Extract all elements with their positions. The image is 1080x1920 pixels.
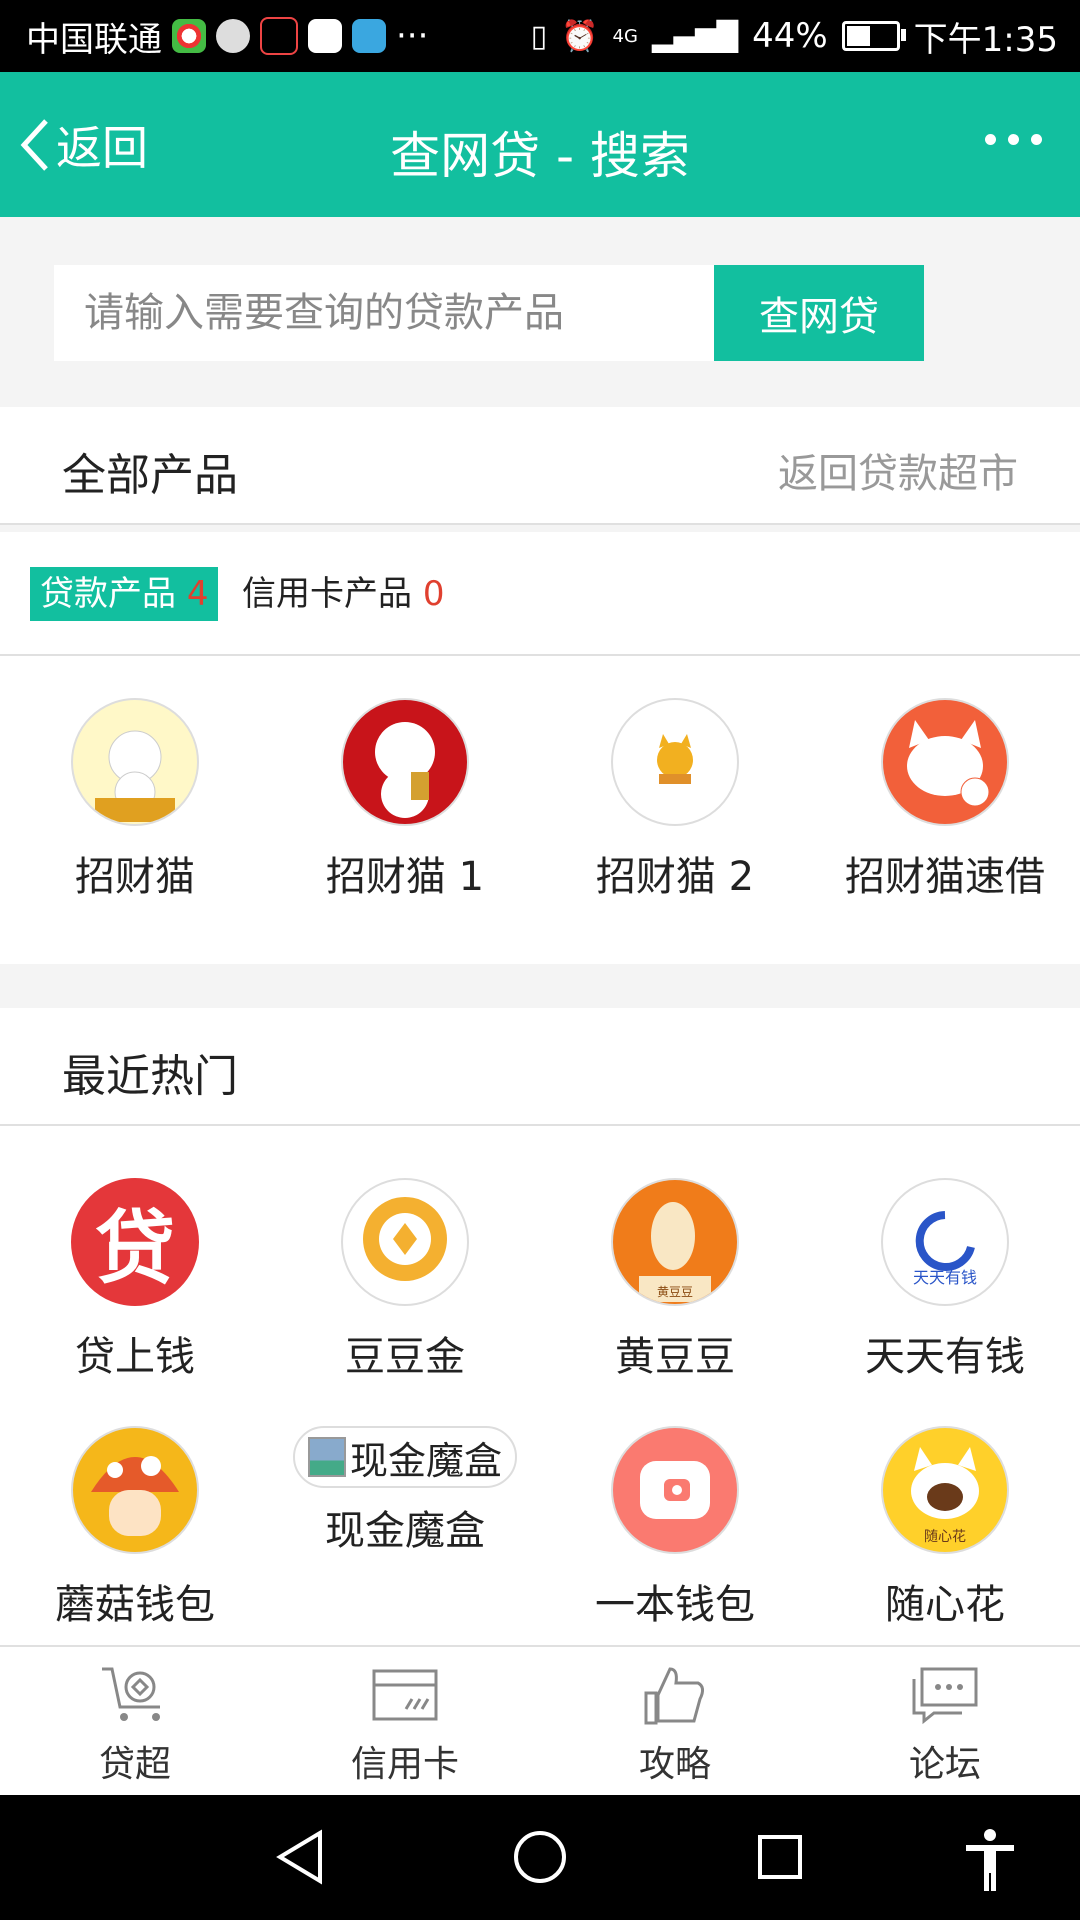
nav-label: 论坛 — [908, 1744, 981, 1785]
back-to-market-link[interactable]: 返回贷款超市 — [778, 441, 1018, 499]
section-title: 全部产品 — [62, 450, 238, 501]
tab-label: 贷款产品 — [40, 574, 176, 614]
alarm-icon: ⏰ — [561, 18, 599, 54]
gold-coin-icon — [341, 1178, 469, 1306]
hot-item[interactable]: 随心花 随心花 — [810, 1426, 1080, 1630]
nav-item-forum[interactable]: 论坛 — [810, 1665, 1080, 1787]
section-title: 最近热门 — [62, 1051, 238, 1102]
wallet-icon — [611, 1426, 739, 1554]
thumbs-up-icon — [644, 1667, 705, 1725]
product-tabs: 贷款产品 4 信用卡产品 0 — [0, 532, 1080, 656]
tab-loan-products[interactable]: 贷款产品 4 — [30, 567, 219, 621]
home-circle-icon[interactable] — [510, 1827, 570, 1887]
hot-item[interactable]: 蘑菇钱包 — [0, 1426, 270, 1630]
app-header: 返回 查网贷 - 搜索 — [0, 72, 1080, 217]
carrier-label: 中国联通 — [26, 19, 162, 60]
app-icon-chrome — [172, 19, 206, 53]
icon-sub-label: 随心花 — [924, 1529, 966, 1545]
item-label: 贷上钱 — [75, 1334, 195, 1380]
item-label: 天天有钱 — [865, 1334, 1025, 1380]
item-label: 蘑菇钱包 — [55, 1582, 215, 1628]
mushroom-icon — [71, 1426, 199, 1554]
accessibility-icon[interactable] — [960, 1827, 1020, 1891]
search-button[interactable]: 查网贷 — [714, 265, 924, 361]
product-grid: 招财猫 招财猫 1 招财猫 2 招财猫速借 — [0, 656, 1080, 964]
image-alt-text: 现金魔盒 — [349, 1438, 502, 1483]
more-menu-button[interactable] — [985, 134, 1042, 145]
hot-header: 最近热门 — [0, 1008, 1080, 1126]
product-item[interactable]: 招财猫 2 — [540, 698, 810, 902]
item-label: 招财猫速借 — [845, 854, 1045, 900]
nav-item-credit-card[interactable]: 信用卡 — [270, 1665, 540, 1787]
lucky-cat-red-icon — [341, 698, 469, 826]
book-icon — [352, 19, 386, 53]
bottom-tab-bar: 贷超 信用卡 攻略 论坛 — [0, 1645, 1080, 1795]
hot-item[interactable]: 贷 贷上钱 — [0, 1178, 270, 1382]
item-label: 黄豆豆 — [615, 1334, 735, 1380]
item-label: 招财猫 2 — [595, 854, 755, 900]
tab-count: 4 — [186, 574, 209, 614]
search-bar: 查网贷 — [0, 217, 1080, 407]
cat-face-icon — [881, 698, 1009, 826]
tab-count: 0 — [422, 574, 445, 614]
hot-item[interactable]: 天天有钱 天天有钱 — [810, 1178, 1080, 1382]
section-divider — [0, 964, 1080, 1008]
status-bar: 中国联通 ··· ▯ ⏰ 4G ▂▄▆█ 44% 下午1:35 — [0, 0, 1080, 72]
battery-percent: 44% — [752, 16, 828, 56]
item-label: 招财猫 — [75, 854, 195, 900]
chat-bubble-icon — [216, 19, 250, 53]
back-triangle-icon[interactable] — [270, 1827, 330, 1887]
youku-icon — [308, 19, 342, 53]
tiantian-icon: 天天有钱 — [881, 1178, 1009, 1306]
nav-label: 信用卡 — [350, 1744, 459, 1785]
hot-grid: 贷 贷上钱 豆豆金 黄豆豆 黄豆豆 天天有钱 天天有钱 蘑菇钱包 现金魔盒 现金… — [0, 1126, 1080, 1645]
hot-item[interactable]: 现金魔盒 现金魔盒 — [270, 1426, 540, 1556]
battery-icon — [841, 21, 906, 51]
nav-label: 贷超 — [98, 1744, 171, 1785]
clock: 下午1:35 — [913, 19, 1058, 60]
item-label: 现金魔盒 — [325, 1508, 485, 1554]
item-label: 豆豆金 — [345, 1334, 465, 1380]
product-item[interactable]: 招财猫速借 — [810, 698, 1080, 902]
vibrate-icon: ▯ — [530, 18, 548, 54]
cat-flower-icon: 随心花 — [881, 1426, 1009, 1554]
recents-square-icon[interactable] — [750, 1827, 810, 1887]
item-label: 招财猫 1 — [325, 854, 485, 900]
lucky-cat-icon — [71, 698, 199, 826]
search-input[interactable] — [54, 265, 714, 361]
page-title: 查网贷 - 搜索 — [390, 127, 690, 185]
lucky-cat-small-icon — [611, 698, 739, 826]
product-item[interactable]: 招财猫 1 — [270, 698, 540, 902]
system-nav-bar — [0, 1795, 1080, 1920]
tab-credit-card-products[interactable]: 信用卡产品 0 — [232, 567, 454, 621]
hot-item[interactable]: 黄豆豆 黄豆豆 — [540, 1178, 810, 1382]
network-type-label: 4G — [612, 25, 638, 47]
bean-mascot-icon: 黄豆豆 — [611, 1178, 739, 1306]
icon-sub-label: 黄豆豆 — [656, 1285, 693, 1299]
icon-glyph: 贷 — [95, 1202, 175, 1295]
nav-label: 攻略 — [638, 1744, 711, 1785]
hot-item[interactable]: 一本钱包 — [540, 1426, 810, 1630]
broken-image-icon: 现金魔盒 — [293, 1426, 517, 1488]
credit-card-icon — [372, 1669, 438, 1721]
mask-icon — [260, 17, 298, 55]
dai-char-icon: 贷 — [71, 1178, 199, 1306]
signal-icon: ▂▄▆█ — [651, 19, 739, 53]
item-label: 随心花 — [885, 1582, 1005, 1628]
more-notifications-icon: ··· — [396, 16, 429, 56]
nav-item-strategy[interactable]: 攻略 — [540, 1665, 810, 1787]
nav-item-daichao[interactable]: 贷超 — [0, 1665, 270, 1787]
all-products-header: 全部产品 返回贷款超市 — [0, 407, 1080, 525]
image-placeholder-icon — [307, 1437, 346, 1477]
hot-item[interactable]: 豆豆金 — [270, 1178, 540, 1382]
cart-icon — [102, 1667, 160, 1721]
product-item[interactable]: 招财猫 — [0, 698, 270, 902]
chat-icon — [912, 1667, 978, 1725]
icon-sub-label: 天天有钱 — [912, 1268, 977, 1287]
item-label: 一本钱包 — [595, 1582, 755, 1628]
tab-label: 信用卡产品 — [242, 574, 412, 614]
